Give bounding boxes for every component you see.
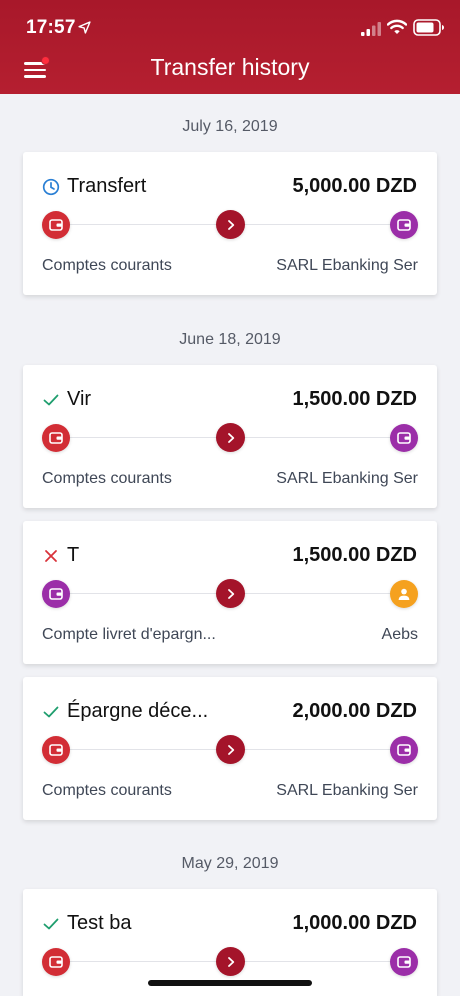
destination-account-icon [390, 948, 418, 976]
transfer-arrow-icon [216, 579, 245, 608]
cellular-signal-icon [361, 22, 381, 36]
transfer-title: Épargne déce... [67, 700, 209, 722]
transfer-title: Test ba [67, 912, 132, 934]
date-group-label: July 16, 2019 [182, 118, 278, 135]
wallet-icon [397, 432, 411, 444]
wallet-icon [49, 219, 63, 231]
app-header: 17:57 Transfer history [0, 0, 460, 94]
transfer-title: Transfert [67, 175, 147, 197]
chevron-right-icon [227, 744, 234, 755]
source-account-icon [42, 948, 70, 976]
wallet-icon [49, 744, 63, 756]
source-account-icon [42, 736, 70, 764]
wallet-icon [49, 432, 63, 444]
checkmark-icon [43, 706, 59, 718]
checkmark-icon [43, 394, 59, 406]
transfer-amount: 1,500.00 DZD [292, 388, 417, 410]
wallet-icon [49, 588, 63, 600]
wifi-icon [387, 19, 407, 34]
destination-account-icon [390, 424, 418, 452]
transfer-amount: 1,000.00 DZD [292, 912, 417, 934]
transfer-amount: 5,000.00 DZD [292, 175, 417, 197]
transfer-title: T [67, 544, 80, 566]
page-title: Transfer history [150, 54, 310, 80]
source-account-name: Compte livret d'epargn... [42, 626, 216, 643]
transfer-arrow-icon [216, 210, 245, 239]
transfer-card[interactable]: Vir 1,500.00 DZD Comptes courants SARL E… [23, 365, 437, 508]
source-account-icon [42, 211, 70, 239]
cross-icon [45, 550, 57, 562]
transfer-arrow-icon [216, 735, 245, 764]
wallet-icon [49, 956, 63, 968]
wallet-icon [397, 219, 411, 231]
date-group-label: June 18, 2019 [179, 331, 281, 348]
chevron-right-icon [227, 956, 234, 967]
wallet-icon [397, 744, 411, 756]
checkmark-icon [43, 918, 59, 930]
transfer-amount: 2,000.00 DZD [292, 700, 417, 722]
source-account-name: Comptes courants [42, 257, 172, 274]
date-group-label: May 29, 2019 [181, 855, 279, 872]
transfer-title: Vir [67, 388, 92, 410]
status-time: 17:57 [26, 17, 76, 38]
home-indicator[interactable] [148, 980, 312, 986]
battery-icon [413, 19, 444, 36]
transfer-card[interactable]: T 1,500.00 DZD Compte livret d'epargn...… [23, 521, 437, 664]
location-arrow-icon [78, 21, 91, 34]
source-account-icon [42, 424, 70, 452]
destination-person-icon [390, 580, 418, 608]
destination-account-name: SARL Ebanking Ser [276, 257, 418, 274]
source-account-name: Comptes courants [42, 470, 172, 487]
destination-account-icon [390, 211, 418, 239]
destination-account-name: SARL Ebanking Ser [276, 470, 418, 487]
transfer-arrow-icon [216, 947, 245, 976]
status-bar: 17:57 [0, 0, 460, 54]
transfer-arrow-icon [216, 423, 245, 452]
clock-icon [42, 178, 60, 196]
chevron-right-icon [227, 588, 234, 599]
source-account-icon [42, 580, 70, 608]
destination-account-name: Aebs [381, 626, 418, 643]
transfer-card[interactable]: Transfert 5,000.00 DZD Comptes courants … [23, 152, 437, 295]
wallet-icon [397, 956, 411, 968]
chevron-right-icon [227, 432, 234, 443]
transfer-amount: 1,500.00 DZD [292, 544, 417, 566]
transfer-card[interactable]: Épargne déce... 2,000.00 DZD Comptes cou… [23, 677, 437, 820]
chevron-right-icon [227, 219, 234, 230]
source-account-name: Comptes courants [42, 782, 172, 799]
person-icon [398, 588, 410, 600]
destination-account-icon [390, 736, 418, 764]
destination-account-name: SARL Ebanking Ser [276, 782, 418, 799]
